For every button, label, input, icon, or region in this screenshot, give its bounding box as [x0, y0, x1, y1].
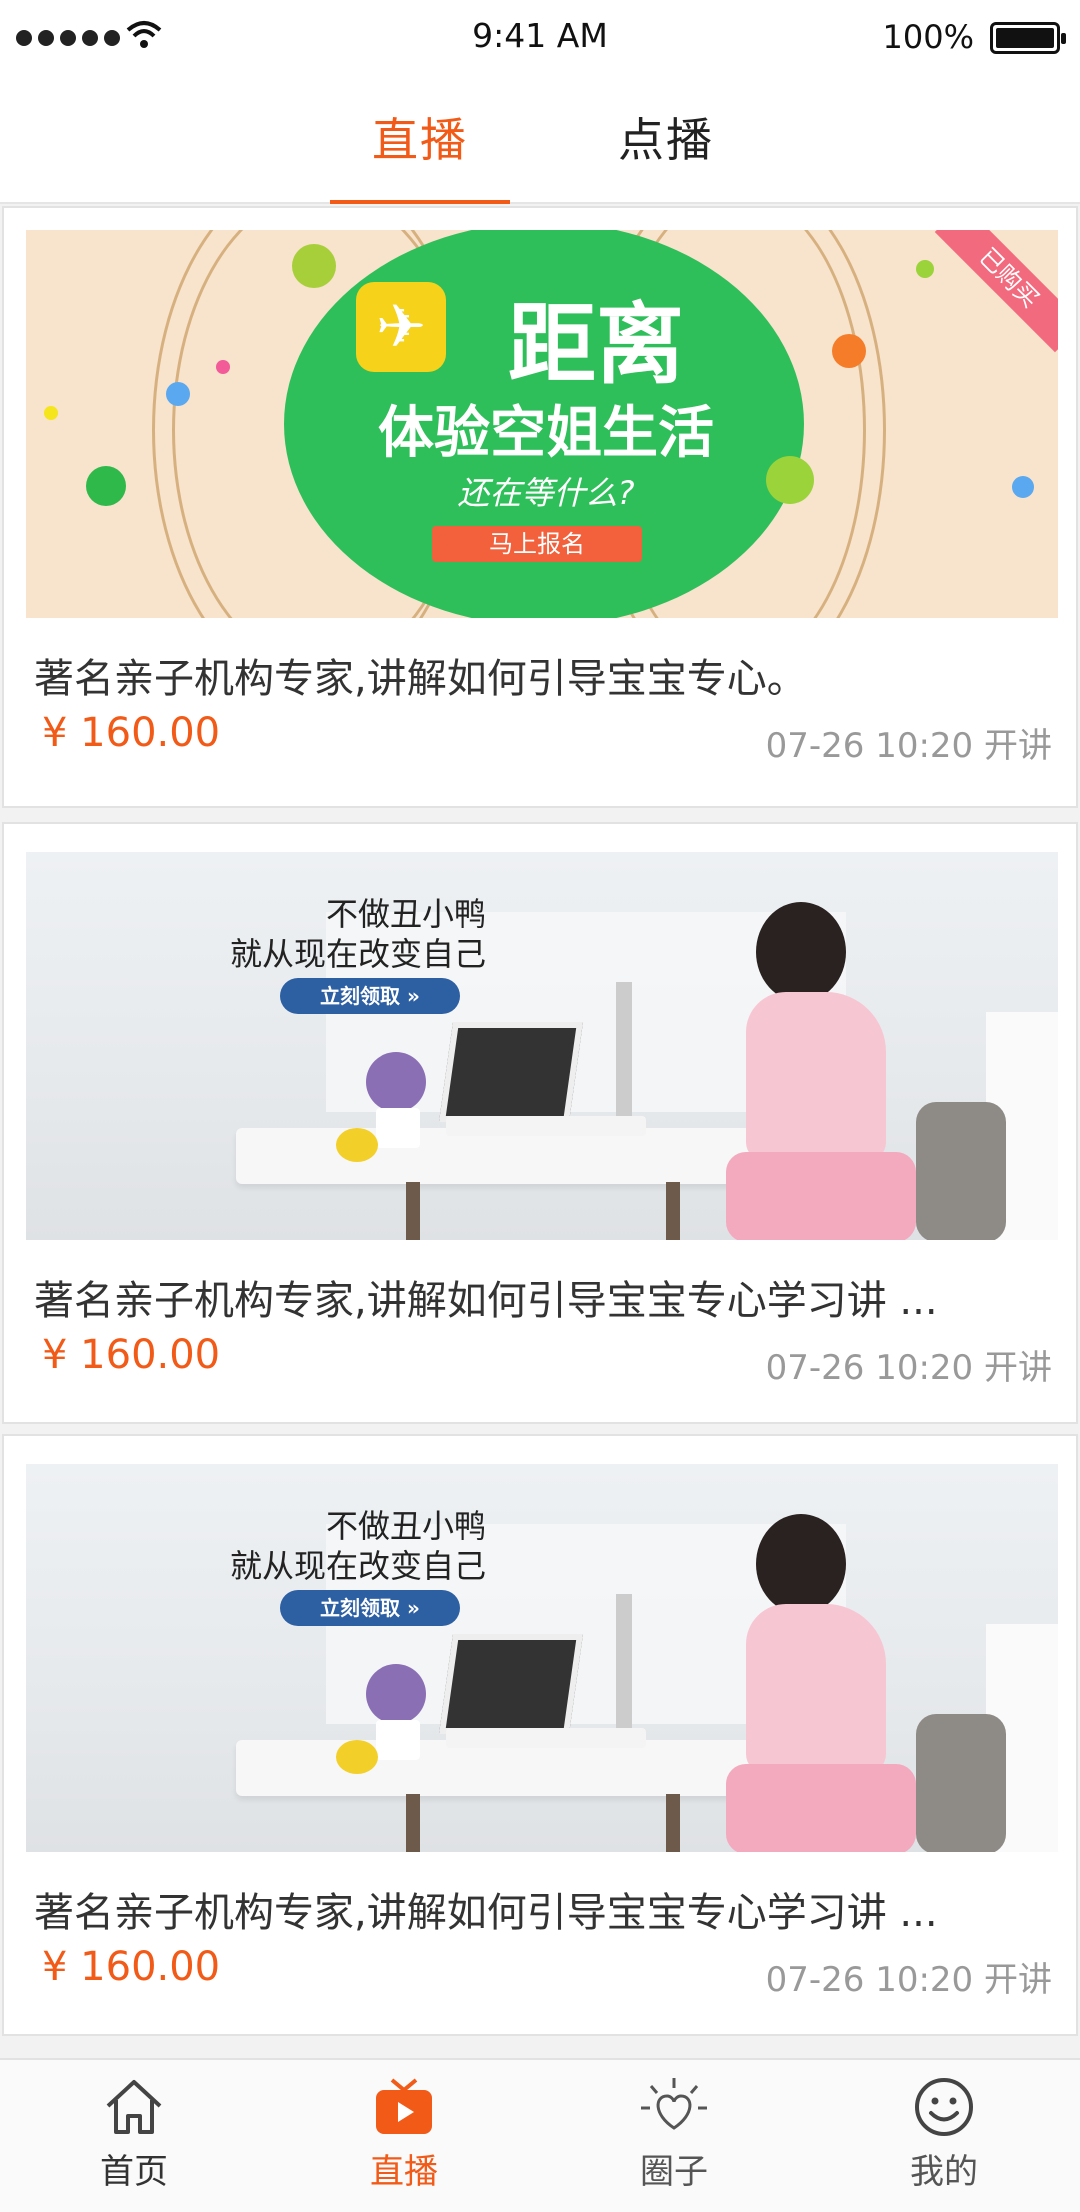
banner-claim-button: 立刻领取 »: [280, 978, 460, 1014]
course-title: 著名亲子机构专家,讲解如何引导宝宝专心。: [34, 656, 807, 702]
nav-item-live[interactable]: 直播: [304, 2076, 504, 2193]
sun-heart-icon: [641, 2078, 707, 2130]
nav-label: 首页: [100, 2152, 168, 2192]
top-tab-bar: 直播 点播: [0, 76, 1080, 204]
tab-on-demand[interactable]: 点播: [618, 104, 714, 170]
course-start-time: 07-26 10:20 开讲: [765, 726, 1052, 766]
battery-icon: [990, 22, 1066, 54]
course-banner[interactable]: 不做丑小鸭 就从现在改变自己 立刻领取 »: [26, 1464, 1058, 1852]
nav-label: 我的: [910, 2152, 978, 2192]
nav-item-home[interactable]: 首页: [34, 2076, 234, 2193]
course-start-time: 07-26 10:20 开讲: [765, 1960, 1052, 2000]
banner-line-1: 不做丑小鸭: [325, 895, 486, 933]
course-price: ¥ 160.00: [42, 710, 221, 756]
course-title: 著名亲子机构专家,讲解如何引导宝宝专心学习讲 ...: [34, 1890, 938, 1936]
course-banner[interactable]: ✈ 距离 体验空姐生活 还在等什么? 马上报名 已购买: [26, 230, 1058, 618]
course-card[interactable]: 不做丑小鸭 就从现在改变自己 立刻领取 » 著名亲子机构专家,讲解如何引导宝宝专…: [2, 822, 1078, 1424]
airplane-icon: ✈: [356, 282, 446, 372]
smiley-icon: [915, 2078, 973, 2136]
tv-play-icon: [376, 2078, 432, 2134]
course-start-time: 07-26 10:20 开讲: [765, 1348, 1052, 1388]
nav-label: 直播: [370, 2152, 438, 2192]
battery-percent: 100%: [882, 18, 974, 56]
banner-line-2: 就从现在改变自己: [229, 935, 486, 973]
course-title: 著名亲子机构专家,讲解如何引导宝宝专心学习讲 ...: [34, 1278, 938, 1324]
course-card[interactable]: ✈ 距离 体验空姐生活 还在等什么? 马上报名 已购买 著名亲子机构专家,讲解如…: [2, 206, 1078, 808]
banner-headline: 距离: [507, 293, 684, 396]
purchased-ribbon: 已购买: [934, 230, 1058, 353]
banner-line-1: 不做丑小鸭: [325, 1507, 486, 1545]
tab-live[interactable]: 直播: [372, 104, 468, 170]
banner-signup-button: 马上报名: [432, 526, 642, 562]
banner-question: 还在等什么?: [457, 474, 635, 512]
status-bar: 9:41 AM 100%: [0, 0, 1080, 76]
banner-text: 不做丑小鸭 就从现在改变自己: [206, 894, 486, 974]
bottom-nav-bar: 首页 直播 圈子 我的: [0, 2058, 1080, 2212]
banner-line-2: 就从现在改变自己: [229, 1547, 486, 1585]
nav-item-circle[interactable]: 圈子: [574, 2076, 774, 2193]
course-card[interactable]: 不做丑小鸭 就从现在改变自己 立刻领取 » 著名亲子机构专家,讲解如何引导宝宝专…: [2, 1434, 1078, 2036]
nav-item-me[interactable]: 我的: [844, 2076, 1044, 2193]
active-tab-indicator: [330, 200, 510, 204]
course-price: ¥ 160.00: [42, 1332, 221, 1378]
banner-claim-button: 立刻领取 »: [280, 1590, 460, 1626]
home-icon: [106, 2080, 162, 2134]
banner-subline: 体验空姐生活: [378, 401, 714, 466]
banner-text: 不做丑小鸭 就从现在改变自己: [206, 1506, 486, 1586]
course-banner[interactable]: 不做丑小鸭 就从现在改变自己 立刻领取 »: [26, 852, 1058, 1240]
course-price: ¥ 160.00: [42, 1944, 221, 1990]
nav-label: 圈子: [640, 2152, 708, 2192]
